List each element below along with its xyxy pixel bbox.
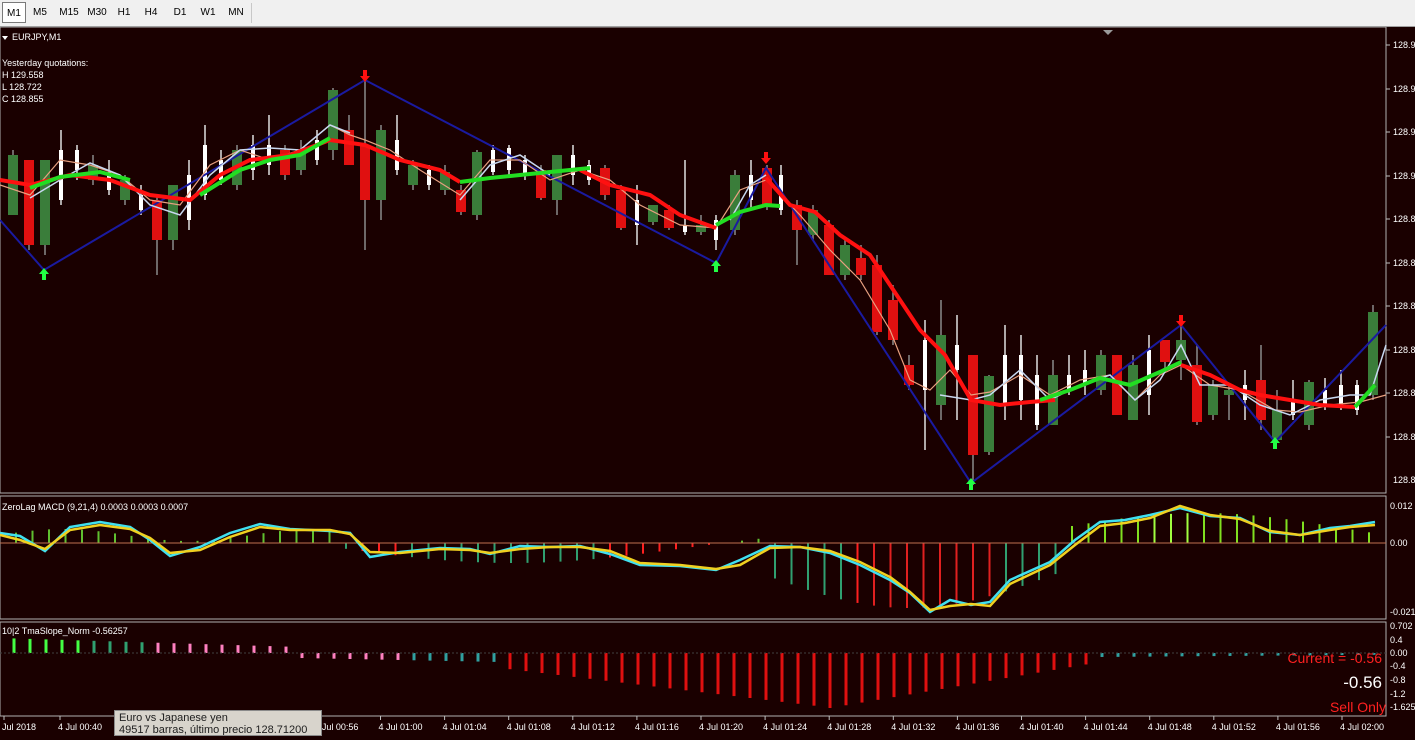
chart-canvas[interactable]: EURJPY,M1 Yesterday quotations: H 129.55…	[0, 26, 1415, 736]
symbol-tooltip: Euro vs Japanese yen 49517 barras, últim…	[114, 710, 322, 736]
tf-button-m30[interactable]: M30	[83, 2, 111, 23]
candle-body	[75, 150, 79, 170]
slope-tick-label: 0.4	[1390, 635, 1403, 645]
tf-button-m5[interactable]: M5	[28, 2, 52, 23]
price-tick-label: 128.9	[1393, 127, 1415, 137]
time-tick-label: 4 Jul 00:40	[58, 722, 102, 732]
candle-body	[872, 265, 882, 332]
slope-tick-label: 0.00	[1390, 648, 1408, 658]
slope-tick-label: -0.8	[1390, 675, 1406, 685]
yesterday-close: C 128.855	[2, 94, 44, 104]
tooltip-line-2: 49517 barras, último precio 128.71200	[119, 724, 308, 736]
macd-panel[interactable]	[0, 495, 1387, 620]
tf-button-m15[interactable]: M15	[55, 2, 83, 23]
tooltip-line-1: Euro vs Japanese yen	[119, 712, 228, 724]
macd-label: ZeroLag MACD (9,21,4) 0.0003 0.0003 0.00…	[2, 502, 188, 512]
slope-current-text: Current = -0.56	[1287, 650, 1382, 666]
price-tick-label: 128.8	[1393, 258, 1415, 268]
tf-button-mn[interactable]: MN	[223, 2, 249, 23]
time-tick-label: Jul 2018	[2, 722, 36, 732]
candle-body	[1224, 390, 1234, 395]
time-tick-label: 4 Jul 02:00	[1340, 722, 1384, 732]
tf-button-h1[interactable]: H1	[112, 2, 136, 23]
macd-tick-label: -0.021	[1390, 607, 1415, 617]
price-tick-label: 128.8	[1393, 214, 1415, 224]
time-tick-label: 4 Jul 01:20	[699, 722, 743, 732]
toolbar-separator	[251, 3, 252, 23]
candle-body	[888, 300, 898, 340]
time-tick-label: 4 Jul 01:36	[955, 722, 999, 732]
macd-tick-label: 0.012	[1390, 501, 1413, 511]
time-tick-label: 4 Jul 01:44	[1084, 722, 1128, 732]
time-tick-label: 4 Jul 01:52	[1212, 722, 1256, 732]
time-tick-label: 4 Jul 01:24	[763, 722, 807, 732]
axis-ticks: 0.012 0.00 -0.021 0.702 0.4 0.00 -0.4 -0.8 -1.2 -…	[1390, 501, 1415, 712]
slope-tick-label: 0.702	[1390, 621, 1413, 631]
time-tick-label: 4 Jul 01:48	[1148, 722, 1192, 732]
candle-body	[923, 340, 927, 390]
time-tick-label: 4 Jul 01:00	[379, 722, 423, 732]
slope-tick-label: -1.625	[1390, 702, 1415, 712]
price-tick-label: 128.8	[1393, 475, 1415, 485]
yesterday-low: L 128.722	[2, 82, 42, 92]
main-price-panel[interactable]	[0, 26, 1387, 494]
price-tick-label: 128.8	[1393, 432, 1415, 442]
candle-body	[984, 376, 994, 452]
tf-button-m1[interactable]: M1	[2, 2, 26, 23]
candle-body	[24, 160, 34, 245]
yesterday-title: Yesterday quotations:	[2, 58, 88, 68]
time-tick-label: 4 Jul 01:40	[1020, 722, 1064, 732]
price-tick-label: 128.9	[1393, 40, 1415, 50]
candle-body	[840, 245, 850, 275]
price-tick-label: 128.8	[1393, 388, 1415, 398]
slope-tick-label: -0.4	[1390, 661, 1406, 671]
candle-body	[1323, 390, 1327, 405]
tf-button-d1[interactable]: D1	[168, 2, 192, 23]
slope-label: 10|2 TmaSlope_Norm -0.56257	[2, 626, 128, 636]
time-tick-label: 4 Jul 01:32	[891, 722, 935, 732]
chart-window[interactable]: EURJPY,M1 Yesterday quotations: H 129.55…	[0, 26, 1415, 736]
timeframe-toolbar: M1 M5 M15 M30 H1 H4 D1 W1 MN	[0, 0, 1415, 27]
candle-body	[8, 155, 18, 215]
time-tick-label: 4 Jul 01:16	[635, 722, 679, 732]
time-tick-label: 4 Jul 01:08	[507, 722, 551, 732]
candle-body	[491, 150, 495, 172]
slope-value-text: -0.56	[1343, 673, 1382, 692]
candle-body	[376, 130, 386, 200]
candle-body	[824, 225, 834, 275]
time-tick-label: 4 Jul 01:12	[571, 722, 615, 732]
candle-body	[1368, 312, 1378, 395]
time-tick-label: 4 Jul 01:56	[1276, 722, 1320, 732]
slope-signal-text: Sell Only	[1330, 699, 1386, 715]
price-tick-label: 128.8	[1393, 345, 1415, 355]
macd-tick-label: 0.00	[1390, 538, 1408, 548]
candle-body	[360, 145, 370, 200]
candle-body	[1208, 385, 1218, 415]
candle-body	[1003, 355, 1007, 405]
candle-body	[1128, 365, 1138, 420]
time-tick-label: 4 Jul 01:04	[443, 722, 487, 732]
tf-button-h4[interactable]: H4	[139, 2, 163, 23]
candle-body	[968, 355, 978, 455]
slope-tick-label: -1.2	[1390, 689, 1406, 699]
candle-body	[1019, 355, 1023, 400]
candle-body	[616, 190, 626, 228]
candle-body	[427, 170, 431, 185]
candle-body	[1160, 340, 1170, 362]
candle-body	[955, 345, 959, 370]
candle-body	[856, 258, 866, 275]
price-axis: 128.9 128.9 128.9 128.9 128.8 128.8 128.8 128.8…	[1386, 40, 1415, 485]
slope-panel[interactable]	[0, 621, 1387, 717]
tf-button-w1[interactable]: W1	[196, 2, 220, 23]
yesterday-high: H 129.558	[2, 70, 44, 80]
symbol-label: EURJPY,M1	[12, 32, 61, 42]
time-tick-label: 4 Jul 01:28	[827, 722, 871, 732]
candle-body	[1339, 385, 1343, 405]
price-tick-label: 128.8	[1393, 301, 1415, 311]
price-tick-label: 128.9	[1393, 84, 1415, 94]
price-tick-label: 128.9	[1393, 171, 1415, 181]
